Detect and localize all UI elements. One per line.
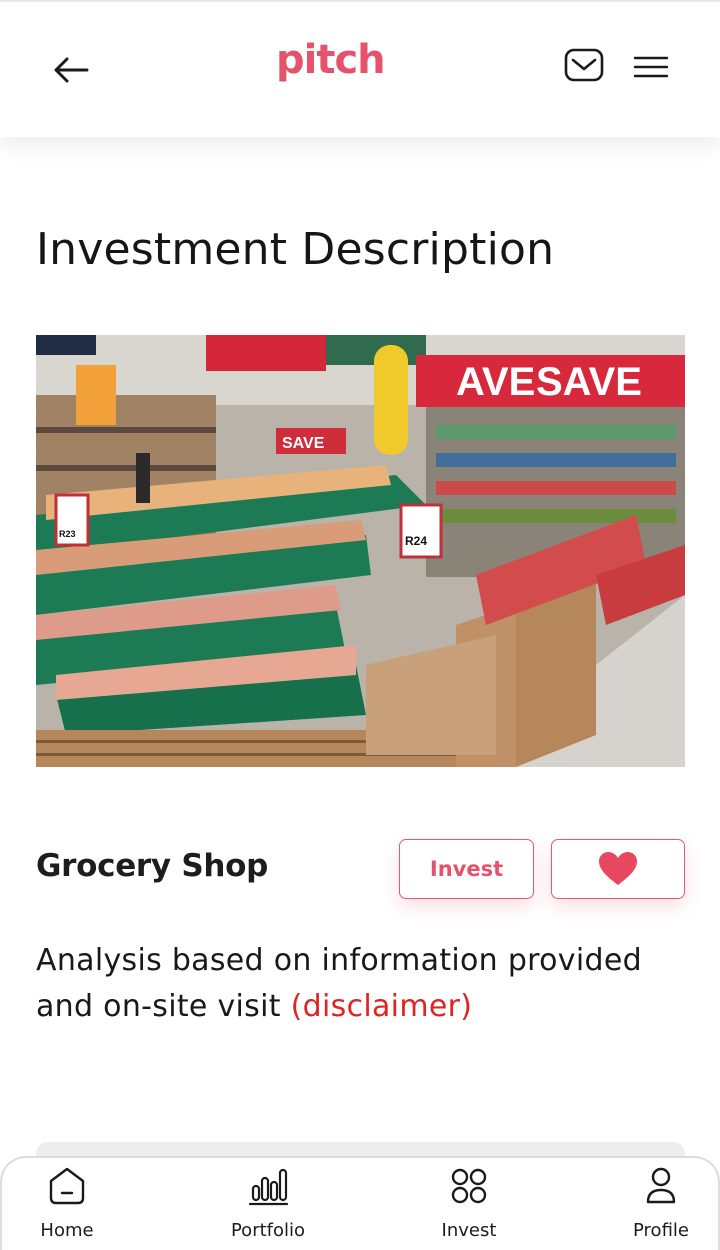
menu-button[interactable]	[632, 50, 670, 84]
nav-home[interactable]: Home	[12, 1158, 122, 1250]
nav-home-label: Home	[40, 1220, 94, 1241]
bottom-navigation: Home Portfolio Invest Profile	[0, 1156, 720, 1250]
svg-text:R23: R23	[59, 529, 76, 539]
nav-invest[interactable]: Invest	[414, 1158, 524, 1250]
home-icon	[49, 1167, 85, 1205]
listing-image: AVE SAVE SAVE R24 R23	[36, 335, 685, 767]
hamburger-menu-icon	[633, 56, 669, 78]
nav-profile[interactable]: Profile	[606, 1158, 716, 1250]
nav-portfolio[interactable]: Portfolio	[213, 1158, 323, 1250]
svg-text:AVE: AVE	[456, 360, 535, 404]
back-button[interactable]	[50, 50, 92, 90]
disclaimer-link[interactable]: (disclaimer)	[291, 989, 473, 1024]
favorite-button[interactable]	[551, 839, 685, 899]
svg-text:R24: R24	[405, 534, 427, 548]
nav-portfolio-label: Portfolio	[230, 1220, 306, 1241]
pitch-logo[interactable]: pitch	[276, 40, 386, 80]
app-header: pitch	[0, 0, 720, 137]
analysis-text: Analysis based on information provided a…	[36, 938, 686, 1030]
svg-text:SAVE: SAVE	[536, 360, 642, 404]
heart-icon	[599, 852, 637, 885]
page-title: Investment Description	[36, 224, 555, 275]
nav-invest-label: Invest	[441, 1220, 497, 1241]
svg-text:SAVE: SAVE	[282, 435, 325, 452]
invest-button[interactable]: Invest	[399, 839, 534, 899]
arrow-left-icon	[54, 57, 89, 83]
nav-profile-label: Profile	[633, 1220, 689, 1241]
mail-icon	[564, 48, 604, 82]
listing-name: Grocery Shop	[36, 848, 269, 884]
user-icon	[646, 1167, 676, 1204]
bar-chart-icon	[248, 1168, 288, 1206]
mail-button[interactable]	[563, 46, 605, 86]
grid-circles-icon	[451, 1168, 487, 1204]
